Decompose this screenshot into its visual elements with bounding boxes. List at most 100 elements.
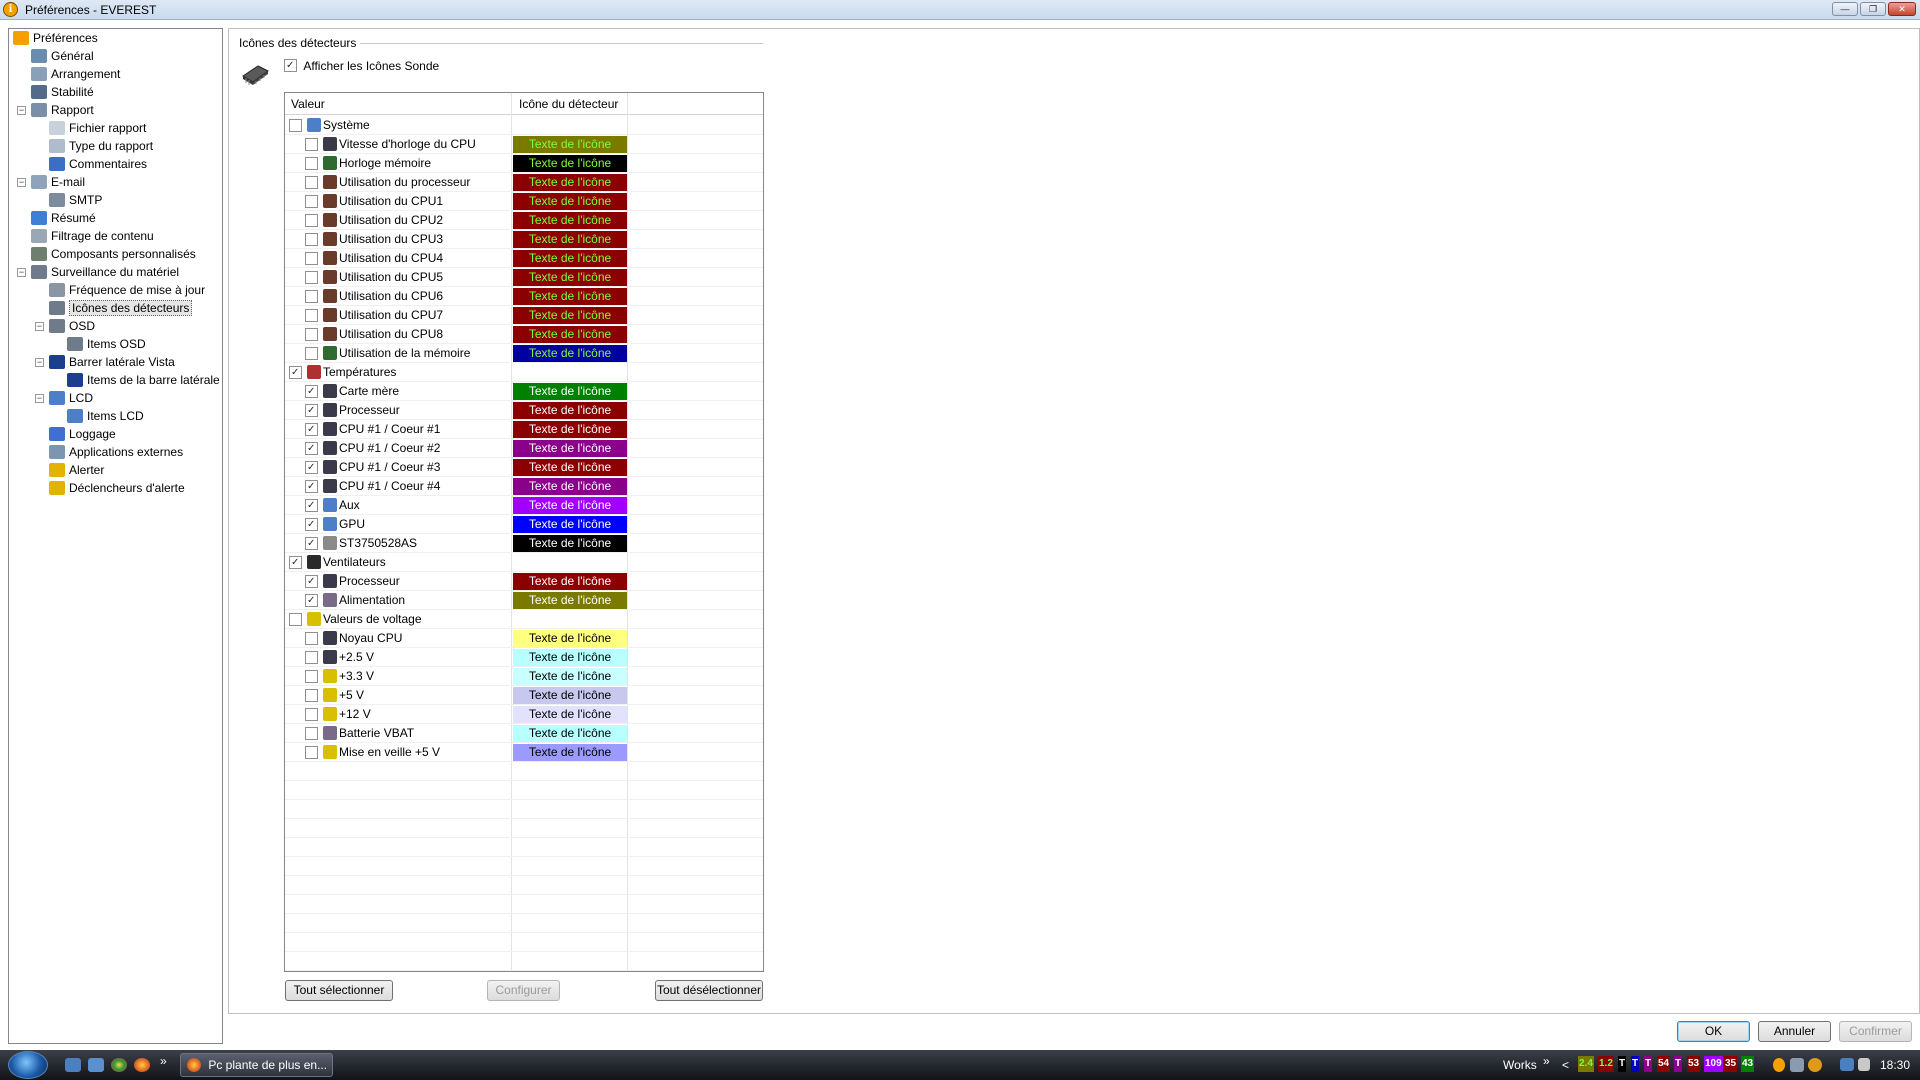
list-item-row[interactable]: Horloge mémoire Texte de l'icône xyxy=(285,154,763,173)
sensor-icon-preview[interactable]: Texte de l'icône xyxy=(513,136,627,153)
list-item-row[interactable]: Utilisation du CPU8 Texte de l'icône xyxy=(285,325,763,344)
list-item-row[interactable]: Vitesse d'horloge du CPU Texte de l'icône xyxy=(285,135,763,154)
row-checkbox[interactable] xyxy=(289,613,302,626)
sensor-icon-preview[interactable]: Texte de l'icône xyxy=(513,155,627,172)
list-item-row[interactable]: Utilisation du CPU7 Texte de l'icône xyxy=(285,306,763,325)
tree-item[interactable]: Applications externes xyxy=(49,443,183,461)
list-item-row[interactable]: Utilisation du CPU5 Texte de l'icône xyxy=(285,268,763,287)
row-checkbox[interactable] xyxy=(305,138,318,151)
tree-item[interactable]: Stabilité xyxy=(31,83,94,101)
sensor-list[interactable]: Valeur Icône du détecteur Système Vitesse… xyxy=(284,92,764,972)
preferences-tree[interactable]: Préférences Général Arrangement Stabilité Ra… xyxy=(8,28,223,1044)
sensor-tray-icon[interactable]: 2.4 xyxy=(1578,1056,1594,1072)
works-toolbar-label[interactable]: Works xyxy=(1503,1058,1537,1072)
sensor-tray-icon[interactable]: T xyxy=(1618,1056,1627,1072)
start-button[interactable] xyxy=(8,1051,48,1079)
row-checkbox[interactable] xyxy=(305,233,318,246)
row-checkbox[interactable] xyxy=(305,518,318,531)
row-checkbox[interactable] xyxy=(305,328,318,341)
sensor-icon-preview[interactable]: Texte de l'icône xyxy=(513,421,627,438)
sensor-icon-preview[interactable]: Texte de l'icône xyxy=(513,383,627,400)
row-checkbox[interactable] xyxy=(305,442,318,455)
sensor-icon-preview[interactable]: Texte de l'icône xyxy=(513,535,627,552)
tree-item[interactable]: Items LCD xyxy=(67,407,144,425)
list-item-row[interactable]: Utilisation du CPU6 Texte de l'icône xyxy=(285,287,763,306)
sensor-icon-preview[interactable]: Texte de l'icône xyxy=(513,440,627,457)
row-checkbox[interactable] xyxy=(305,670,318,683)
list-item-row[interactable]: Utilisation du CPU3 Texte de l'icône xyxy=(285,230,763,249)
tree-item[interactable]: Arrangement xyxy=(31,65,120,83)
tray-app-icon[interactable] xyxy=(1790,1058,1804,1072)
tree-item[interactable]: Icônes des détecteurs xyxy=(49,299,193,317)
tree-item[interactable]: Fichier rapport xyxy=(49,119,146,137)
sensor-icon-preview[interactable]: Texte de l'icône xyxy=(513,193,627,210)
sensor-tray-icon[interactable]: 109 xyxy=(1704,1056,1723,1072)
list-item-row[interactable]: ST3750528AS Texte de l'icône xyxy=(285,534,763,553)
row-checkbox[interactable] xyxy=(305,746,318,759)
row-checkbox[interactable] xyxy=(305,157,318,170)
sensor-icon-preview[interactable]: Texte de l'icône xyxy=(513,592,627,609)
volume-icon[interactable] xyxy=(1858,1058,1870,1071)
sensor-icon-preview[interactable]: Texte de l'icône xyxy=(513,326,627,343)
confirm-button[interactable]: Confirmer xyxy=(1839,1021,1912,1042)
row-checkbox[interactable] xyxy=(305,404,318,417)
maximize-button[interactable]: ❐ xyxy=(1860,2,1886,16)
sensor-icon-preview[interactable]: Texte de l'icône xyxy=(513,516,627,533)
tree-item[interactable]: Résumé xyxy=(31,209,96,227)
show-probes-option[interactable]: Afficher les Icônes Sonde xyxy=(284,59,439,73)
tree-item[interactable]: SMTP xyxy=(49,191,102,209)
list-item-row[interactable]: +3.3 V Texte de l'icône xyxy=(285,667,763,686)
row-checkbox[interactable] xyxy=(305,214,318,227)
row-checkbox[interactable] xyxy=(305,651,318,664)
list-item-row[interactable]: Utilisation du CPU4 Texte de l'icône xyxy=(285,249,763,268)
tree-item[interactable]: Type du rapport xyxy=(49,137,153,155)
column-header-value[interactable]: Valeur xyxy=(291,97,325,111)
configure-button[interactable]: Configurer xyxy=(487,980,560,1001)
list-item-row[interactable]: Mise en veille +5 V Texte de l'icône xyxy=(285,743,763,762)
row-checkbox[interactable] xyxy=(305,176,318,189)
sensor-tray-icon[interactable]: 35 xyxy=(1724,1056,1738,1072)
tree-collapse-toggle[interactable]: − xyxy=(17,106,26,115)
close-button[interactable]: ✕ xyxy=(1888,2,1916,16)
list-item-row[interactable]: Carte mère Texte de l'icône xyxy=(285,382,763,401)
row-checkbox[interactable] xyxy=(305,708,318,721)
chrome-icon[interactable] xyxy=(111,1058,127,1072)
row-checkbox[interactable] xyxy=(305,195,318,208)
list-item-row[interactable]: +12 V Texte de l'icône xyxy=(285,705,763,724)
sensor-tray-icon[interactable]: T xyxy=(1674,1056,1683,1072)
sensor-icon-preview[interactable]: Texte de l'icône xyxy=(513,231,627,248)
tree-collapse-toggle[interactable]: − xyxy=(35,358,44,367)
sensor-icon-preview[interactable]: Texte de l'icône xyxy=(513,307,627,324)
sensor-tray-icon[interactable]: 1.2 xyxy=(1598,1056,1614,1072)
list-item-row[interactable]: Utilisation de la mémoire Texte de l'icôn… xyxy=(285,344,763,363)
row-checkbox[interactable] xyxy=(305,594,318,607)
list-item-row[interactable]: CPU #1 / Coeur #4 Texte de l'icône xyxy=(285,477,763,496)
list-item-row[interactable]: Processeur Texte de l'icône xyxy=(285,572,763,591)
tree-item[interactable]: OSD xyxy=(49,317,95,335)
sensor-icon-preview[interactable]: Texte de l'icône xyxy=(513,212,627,229)
row-checkbox[interactable] xyxy=(305,271,318,284)
row-checkbox[interactable] xyxy=(289,556,302,569)
sensor-icon-preview[interactable]: Texte de l'icône xyxy=(513,345,627,362)
list-group-row[interactable]: Ventilateurs xyxy=(285,553,763,572)
list-item-row[interactable]: +5 V Texte de l'icône xyxy=(285,686,763,705)
list-item-row[interactable]: Noyau CPU Texte de l'icône xyxy=(285,629,763,648)
row-checkbox[interactable] xyxy=(305,480,318,493)
list-group-row[interactable]: Système xyxy=(285,116,763,135)
sensor-icon-preview[interactable]: Texte de l'icône xyxy=(513,573,627,590)
list-item-row[interactable]: GPU Texte de l'icône xyxy=(285,515,763,534)
list-item-row[interactable]: Aux Texte de l'icône xyxy=(285,496,763,515)
sensor-icon-preview[interactable]: Texte de l'icône xyxy=(513,174,627,191)
row-checkbox[interactable] xyxy=(305,537,318,550)
sensor-icon-preview[interactable]: Texte de l'icône xyxy=(513,478,627,495)
list-item-row[interactable]: CPU #1 / Coeur #3 Texte de l'icône xyxy=(285,458,763,477)
tray-expand-icon[interactable]: < xyxy=(1562,1058,1569,1072)
sensor-icon-preview[interactable]: Texte de l'icône xyxy=(513,668,627,685)
column-header-icon[interactable]: Icône du détecteur xyxy=(519,97,618,111)
sensor-icon-preview[interactable]: Texte de l'icône xyxy=(513,725,627,742)
list-item-row[interactable]: CPU #1 / Coeur #2 Texte de l'icône xyxy=(285,439,763,458)
sensor-icon-preview[interactable]: Texte de l'icône xyxy=(513,459,627,476)
tree-item[interactable]: Alerter xyxy=(49,461,104,479)
sensor-icon-preview[interactable]: Texte de l'icône xyxy=(513,744,627,761)
list-item-row[interactable]: Alimentation Texte de l'icône xyxy=(285,591,763,610)
